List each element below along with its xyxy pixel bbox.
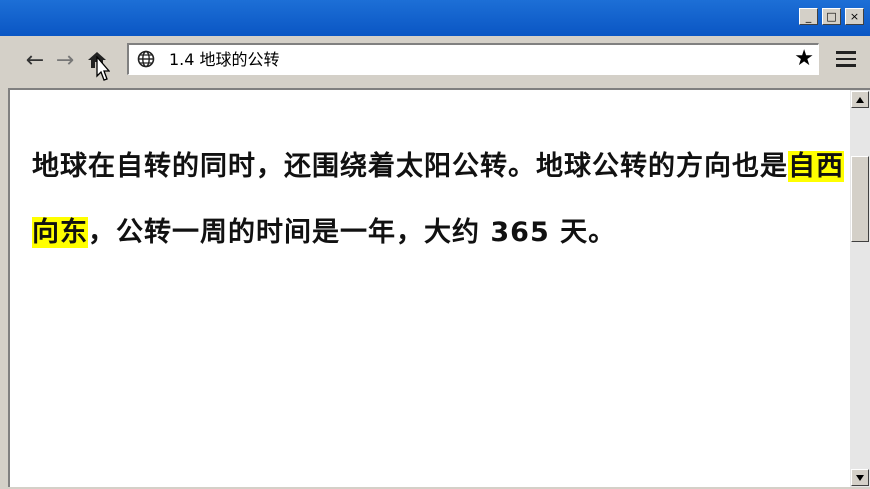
browser-window: _ □ × ← → 1.4 地球的公转 ★ 地球在自转的同时，还围绕着太阳公转。…: [0, 0, 870, 489]
page-content-area: 地球在自转的同时，还围绕着太阳公转。地球公转的方向也是自西向东，公转一周的时间是…: [8, 88, 870, 487]
maximize-button[interactable]: □: [822, 8, 841, 25]
minimize-button[interactable]: _: [799, 8, 818, 25]
scroll-down-button[interactable]: [851, 469, 869, 486]
scroll-down-icon: [856, 474, 864, 481]
vertical-scrollbar[interactable]: [850, 90, 870, 487]
mouse-cursor-icon: [96, 56, 110, 81]
globe-icon: [137, 50, 155, 68]
address-text: 1.4 地球的公转: [169, 50, 280, 69]
back-button[interactable]: ←: [22, 46, 48, 74]
forward-button[interactable]: →: [52, 46, 78, 74]
toolbar: ← → 1.4 地球的公转 ★: [0, 36, 870, 86]
hamburger-menu-icon[interactable]: [836, 48, 858, 70]
text-after-highlight: ，公转一周的时间是一年，大约 365 天。: [88, 217, 617, 248]
lesson-text: 地球在自转的同时，还围绕着太阳公转。地球公转的方向也是自西向东，公转一周的时间是…: [32, 134, 847, 266]
address-bar[interactable]: 1.4 地球的公转 ★: [127, 43, 819, 75]
close-button[interactable]: ×: [845, 8, 864, 25]
bookmark-star-icon[interactable]: ★: [794, 48, 814, 70]
window-controls: _ □ ×: [799, 8, 864, 25]
scroll-up-icon: [856, 96, 864, 103]
text-before-highlight: 地球在自转的同时，还围绕着太阳公转。地球公转的方向也是: [32, 151, 788, 182]
scroll-up-button[interactable]: [851, 91, 869, 108]
scroll-thumb[interactable]: [851, 156, 869, 242]
title-bar[interactable]: _ □ ×: [0, 0, 870, 36]
